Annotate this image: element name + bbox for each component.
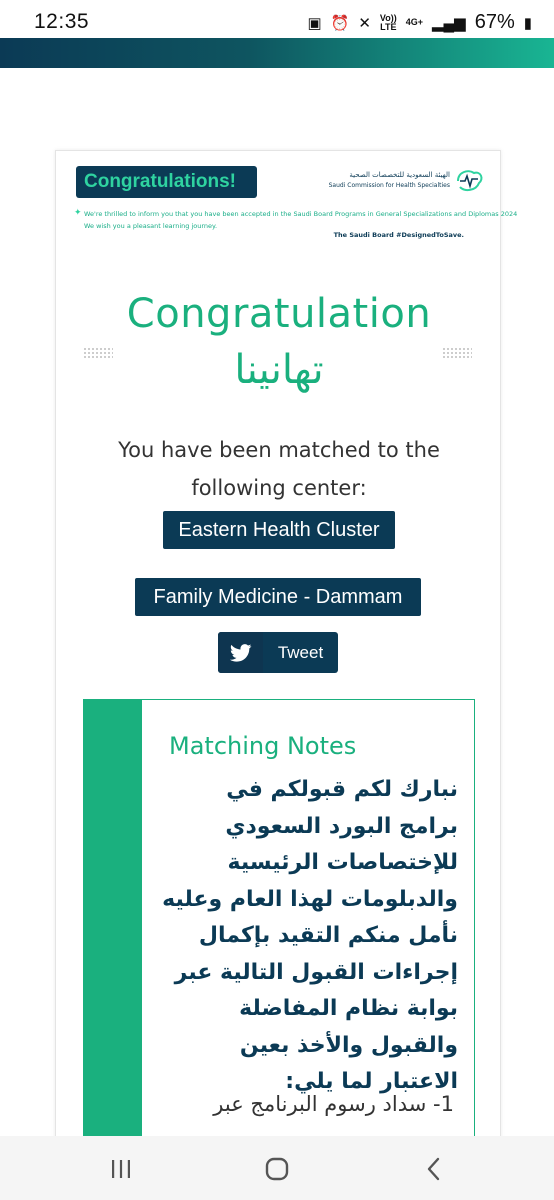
notes-item: 1- سداد رسوم البرنامج عبر [213, 1092, 454, 1116]
network-type-icon: 4G+ [405, 17, 423, 27]
logo-text-en: Saudi Commission for Health Specialties [328, 182, 450, 189]
notes-accent-bar [84, 700, 142, 1168]
navigation-bar [0, 1136, 554, 1200]
home-icon[interactable] [262, 1154, 292, 1184]
notes-title: Matching Notes [169, 732, 357, 760]
center-badge: Eastern Health Cluster [163, 511, 395, 549]
page-title: Congratulation [126, 291, 432, 337]
banner-message: We're thrilled to inform you that you ha… [84, 210, 518, 218]
congratulations-banner: Congratulations! الهيئة السعودية للتخصصا… [74, 165, 517, 245]
status-time: 12:35 [34, 10, 90, 33]
mute-icon: ✕ [358, 14, 371, 32]
notes-body: نبارك لكم قبولكم في برامج البورد السعودي… [162, 777, 458, 1094]
tweet-button[interactable]: Tweet [218, 632, 338, 673]
header-band [0, 38, 554, 68]
congratulation-card: Congratulations! الهيئة السعودية للتخصصا… [55, 150, 517, 1169]
battery-icon: ▮ [523, 14, 532, 32]
matching-notes-panel: Matching Notes نبارك لكم قبولكم في برامج… [83, 699, 475, 1169]
back-icon[interactable] [420, 1154, 450, 1184]
battery-percent: 67% [474, 11, 515, 33]
scfhs-logo-icon [457, 170, 483, 192]
alarm-icon: ⏰ [330, 14, 350, 32]
twitter-bird-icon [218, 632, 263, 673]
sparkle-icon: ✦ [74, 208, 82, 218]
notification-icon: ▣ [307, 14, 322, 32]
banner-title: Congratulations! [76, 166, 257, 198]
scfhs-logo: الهيئة السعودية للتخصصات الصحية Saudi Co… [329, 165, 484, 197]
status-icons: ▣ ⏰ ✕ Vo)) LTE 4G+ ▂▄▆ 67% ▮ [307, 11, 532, 34]
recents-icon[interactable] [106, 1154, 136, 1184]
program-badge: Family Medicine - Dammam [135, 578, 421, 616]
logo-text-ar: الهيئة السعودية للتخصصات الصحية [349, 171, 450, 179]
tweet-label: Tweet [277, 643, 324, 662]
signal-icon: ▂▄▆ [432, 14, 466, 32]
banner-tagline: The Saudi Board #DesignedToSave. [333, 231, 464, 239]
volte-icon: Vo)) LTE [379, 12, 397, 32]
banner-wish: We wish you a pleasant learning journey. [84, 222, 218, 230]
page-title-ar: تهانينا [234, 347, 324, 393]
matched-text: You have been matched to the following c… [118, 438, 440, 500]
